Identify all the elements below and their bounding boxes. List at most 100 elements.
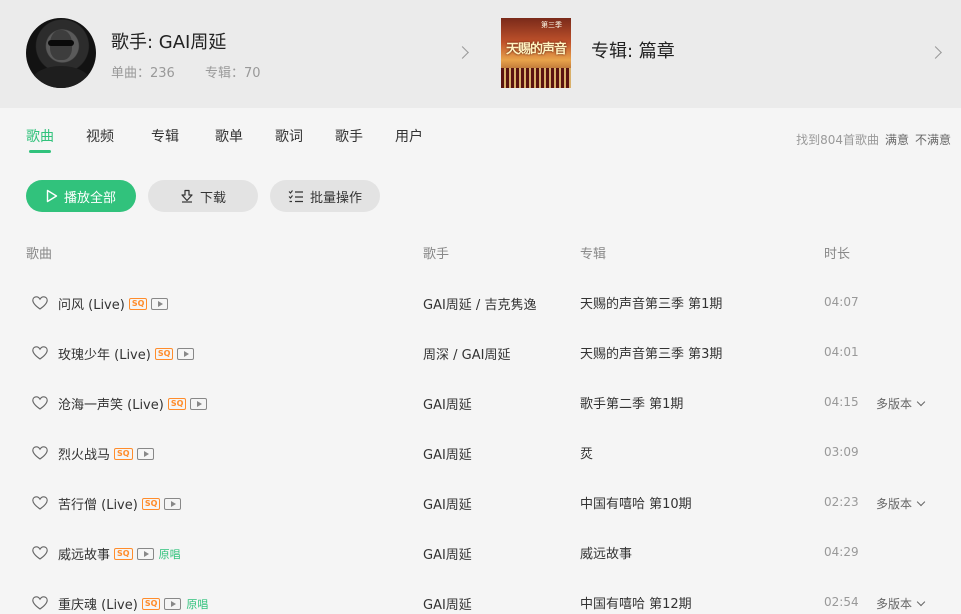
chevron-down-icon xyxy=(916,397,926,406)
heart-icon[interactable] xyxy=(32,595,48,610)
song-duration: 04:01 xyxy=(824,345,859,359)
original-badge: 原唱 xyxy=(158,547,181,561)
column-header-song[interactable]: 歌曲 xyxy=(26,243,52,262)
multi-version-label: 多版本 xyxy=(876,497,913,511)
feedback-unsatisfied[interactable]: 不满意 xyxy=(915,133,951,147)
heart-icon[interactable] xyxy=(32,545,48,560)
search-header: 歌手: GAI周延 单曲：236 专辑：70 第三季 天赐的声音 专辑: 篇章 xyxy=(0,0,961,108)
song-album[interactable]: 中国有嘻哈 第12期 xyxy=(580,593,692,612)
song-album[interactable]: 威远故事 xyxy=(580,543,632,562)
song-singer[interactable]: GAI周延 xyxy=(423,394,472,413)
heart-icon[interactable] xyxy=(32,295,48,310)
mv-play-icon[interactable] xyxy=(164,597,182,610)
song-duration: 04:07 xyxy=(824,295,859,309)
mv-play-icon[interactable] xyxy=(177,347,195,360)
song-row[interactable]: 烈火战马 SQ GAI周延 烎 03:09 xyxy=(0,428,961,478)
song-row[interactable]: 苦行僧 (Live) SQ GAI周延 中国有嘻哈 第10期 02:23 多版本 xyxy=(0,478,961,528)
tab-songs[interactable]: 歌曲 xyxy=(26,126,54,146)
song-album[interactable]: 天赐的声音第三季 第3期 xyxy=(580,343,722,362)
heart-icon[interactable] xyxy=(32,495,48,510)
sq-quality-badge: SQ xyxy=(167,397,187,410)
song-singer[interactable]: GAI周延 xyxy=(423,544,472,563)
song-singer[interactable]: GAI周延 xyxy=(423,444,472,463)
song-row[interactable]: 玫瑰少年 (Live) SQ 周深 / GAI周延 天赐的声音第三季 第3期 04:01 xyxy=(0,328,961,378)
sq-quality-badge: SQ xyxy=(141,497,161,510)
song-row[interactable]: 重庆魂 (Live) SQ 原唱 GAI周延 中国有嘻哈 第12期 02:54 多版本 xyxy=(0,578,961,614)
sq-quality-badge: SQ xyxy=(141,597,161,610)
checklist-icon xyxy=(288,190,303,203)
song-row[interactable]: 沧海一声笑 (Live) SQ GAI周延 歌手第二季 第1期 04:15 多版本 xyxy=(0,378,961,428)
song-name[interactable]: 重庆魂 (Live) xyxy=(58,594,138,613)
avatar-shoulders xyxy=(32,66,90,88)
song-name[interactable]: 苦行僧 (Live) xyxy=(58,494,138,513)
album-cover-stage xyxy=(501,68,571,88)
song-duration: 03:09 xyxy=(824,445,859,459)
heart-icon[interactable] xyxy=(32,395,48,410)
song-album[interactable]: 歌手第二季 第1期 xyxy=(580,393,683,412)
song-singer[interactable]: 周深 / GAI周延 xyxy=(423,344,510,363)
song-duration: 02:23 xyxy=(824,495,859,509)
multi-version-toggle[interactable]: 多版本 xyxy=(876,495,926,512)
song-album[interactable]: 中国有嘻哈 第10期 xyxy=(580,493,692,512)
song-row[interactable]: 问风 (Live) SQ GAI周延 / 吉克隽逸 天赐的声音第三季 第1期 04:07 xyxy=(0,278,961,328)
song-singer[interactable]: GAI周延 xyxy=(423,594,472,613)
song-title-line: 威远故事 SQ 原唱 xyxy=(58,544,181,563)
tab-users[interactable]: 用户 xyxy=(395,126,423,146)
song-album[interactable]: 天赐的声音第三季 第1期 xyxy=(580,293,722,312)
sq-quality-badge: SQ xyxy=(114,447,133,460)
heart-icon[interactable] xyxy=(32,445,48,460)
artist-title: 歌手: GAI周延 xyxy=(111,32,227,53)
multi-version-toggle[interactable]: 多版本 xyxy=(876,595,926,612)
column-header-singer[interactable]: 歌手 xyxy=(423,243,449,262)
song-name[interactable]: 威远故事 xyxy=(58,544,110,563)
tab-playlists[interactable]: 歌单 xyxy=(215,126,243,146)
artist-avatar xyxy=(26,18,96,88)
song-album[interactable]: 烎 xyxy=(580,443,593,462)
result-meta: 找到804首歌曲 满意 不满意 xyxy=(796,131,951,148)
active-tab-indicator xyxy=(29,150,51,153)
sq-quality-badge: SQ xyxy=(154,347,174,360)
feedback-satisfied[interactable]: 满意 xyxy=(885,133,909,147)
mv-play-icon[interactable] xyxy=(164,497,182,510)
chevron-right-icon xyxy=(929,46,942,59)
song-singer[interactable]: GAI周延 xyxy=(423,494,472,513)
original-badge: 原唱 xyxy=(186,597,209,611)
song-row[interactable]: 威远故事 SQ 原唱 GAI周延 威远故事 04:29 xyxy=(0,528,961,578)
tab-videos[interactable]: 视频 xyxy=(86,126,114,146)
column-header-album[interactable]: 专辑 xyxy=(580,243,606,262)
song-name[interactable]: 烈火战马 xyxy=(58,444,110,463)
album-cover: 第三季 天赐的声音 xyxy=(501,18,571,88)
play-all-button[interactable]: 播放全部 xyxy=(26,180,136,212)
multi-version-label: 多版本 xyxy=(876,397,913,411)
album-cover-top-text: 第三季 xyxy=(541,21,562,29)
mv-play-icon[interactable] xyxy=(190,397,208,410)
heart-icon[interactable] xyxy=(32,345,48,360)
tab-lyrics[interactable]: 歌词 xyxy=(275,126,303,146)
artist-stats: 单曲：236 专辑：70 xyxy=(111,62,287,81)
sq-quality-badge: SQ xyxy=(128,297,148,310)
song-duration: 04:29 xyxy=(824,545,859,559)
mv-play-icon[interactable] xyxy=(136,547,154,560)
song-name[interactable]: 问风 (Live) xyxy=(58,294,125,313)
song-title-line: 沧海一声笑 (Live) SQ xyxy=(58,394,208,413)
album-card[interactable]: 第三季 天赐的声音 专辑: 篇章 xyxy=(501,18,949,88)
play-icon xyxy=(46,189,58,203)
download-label: 下载 xyxy=(199,190,226,206)
song-singer[interactable]: GAI周延 / 吉克隽逸 xyxy=(423,294,536,313)
mv-play-icon[interactable] xyxy=(136,447,154,460)
song-title-line: 玫瑰少年 (Live) SQ xyxy=(58,344,195,363)
column-header-duration[interactable]: 时长 xyxy=(824,243,850,262)
mv-play-icon[interactable] xyxy=(151,297,169,310)
tab-singers[interactable]: 歌手 xyxy=(335,126,363,146)
chevron-down-icon xyxy=(916,597,926,606)
song-duration: 04:15 xyxy=(824,395,859,409)
multi-version-toggle[interactable]: 多版本 xyxy=(876,395,926,412)
sq-quality-badge: SQ xyxy=(114,547,133,560)
batch-button[interactable]: 批量操作 xyxy=(270,180,380,212)
song-name[interactable]: 沧海一声笑 (Live) xyxy=(58,394,164,413)
artist-card[interactable]: 歌手: GAI周延 单曲：236 专辑：70 xyxy=(26,18,476,88)
download-icon xyxy=(181,189,193,203)
tab-albums[interactable]: 专辑 xyxy=(151,126,179,146)
download-button[interactable]: 下载 xyxy=(148,180,258,212)
song-name[interactable]: 玫瑰少年 (Live) xyxy=(58,344,151,363)
